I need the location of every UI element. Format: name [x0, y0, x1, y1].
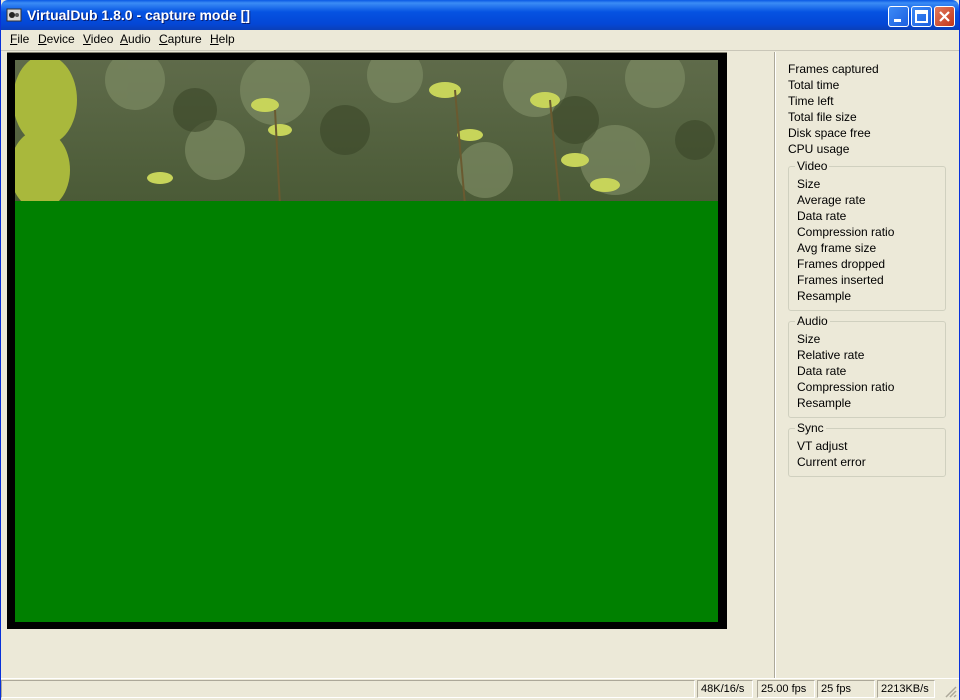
capture-preview	[7, 52, 727, 629]
menu-audio[interactable]: Audio	[120, 32, 151, 46]
status-bar: 48K/16/s 25.00 fps 25 fps 2213KB/s	[1, 678, 959, 700]
menu-file[interactable]: File	[10, 32, 29, 46]
sync-vt-adjust: VT adjust	[797, 439, 848, 453]
stat-total-file-size: Total file size	[788, 110, 857, 124]
video-preview-frame	[15, 60, 718, 622]
minimize-icon	[894, 19, 901, 22]
menu-device[interactable]: Device	[38, 32, 75, 46]
status-actual-fps: 25 fps	[817, 680, 875, 698]
audio-stats-group: Audio Size Relative rate Data rate Compr…	[788, 314, 946, 418]
status-data-rate: 2213KB/s	[877, 680, 935, 698]
sync-group-title: Sync	[795, 421, 826, 435]
title-bar[interactable]: VirtualDub 1.8.0 - capture mode []	[1, 0, 959, 30]
video-frames-dropped: Frames dropped	[797, 257, 886, 271]
video-frames-inserted: Frames inserted	[797, 273, 884, 287]
virtualdub-app-icon[interactable]	[6, 7, 22, 23]
stat-time-left: Time left	[788, 94, 834, 108]
sync-stats-group: Sync VT adjust Current error	[788, 421, 946, 477]
stat-cpu-usage: CPU usage	[788, 142, 850, 156]
audio-size: Size	[797, 332, 821, 346]
green-overlay-area	[15, 201, 718, 622]
preview-image	[15, 60, 718, 210]
video-stats-group: Video Size Average rate Data rate Compre…	[788, 159, 946, 311]
maximize-button[interactable]	[911, 6, 932, 27]
audio-data-rate: Data rate	[797, 364, 847, 378]
audio-compression-ratio: Compression ratio	[797, 380, 895, 394]
video-avg-frame-size: Avg frame size	[797, 241, 877, 255]
stat-frames-captured: Frames captured	[788, 62, 879, 76]
video-data-rate: Data rate	[797, 209, 847, 223]
audio-group-title: Audio	[795, 314, 830, 328]
app-window: VirtualDub 1.8.0 - capture mode [] File …	[0, 0, 960, 700]
status-target-fps: 25.00 fps	[757, 680, 815, 698]
status-audio-format: 48K/16/s	[697, 680, 753, 698]
close-button[interactable]	[934, 6, 955, 27]
video-group-title: Video	[795, 159, 830, 173]
video-size: Size	[797, 177, 821, 191]
resize-grip-icon[interactable]	[945, 686, 957, 698]
window-title: VirtualDub 1.8.0 - capture mode []	[27, 7, 251, 23]
menu-help[interactable]: Help	[210, 32, 235, 46]
video-resample: Resample	[797, 289, 852, 303]
capture-stats-panel: Frames captured Total time Time left Tot…	[775, 52, 960, 678]
audio-relative-rate: Relative rate	[797, 348, 865, 362]
video-average-rate: Average rate	[797, 193, 866, 207]
status-main-pane	[1, 680, 695, 698]
stat-total-time: Total time	[788, 78, 840, 92]
video-compression-ratio: Compression ratio	[797, 225, 895, 239]
sync-current-error: Current error	[797, 455, 866, 469]
stat-disk-space-free: Disk space free	[788, 126, 871, 140]
audio-resample: Resample	[797, 396, 852, 410]
close-icon	[939, 11, 950, 22]
menu-capture[interactable]: Capture	[159, 32, 202, 46]
menu-video[interactable]: Video	[83, 32, 113, 46]
menu-bar: File Device Video Audio Capture Help	[1, 30, 959, 51]
minimize-button[interactable]	[888, 6, 909, 27]
maximize-icon	[915, 10, 928, 23]
